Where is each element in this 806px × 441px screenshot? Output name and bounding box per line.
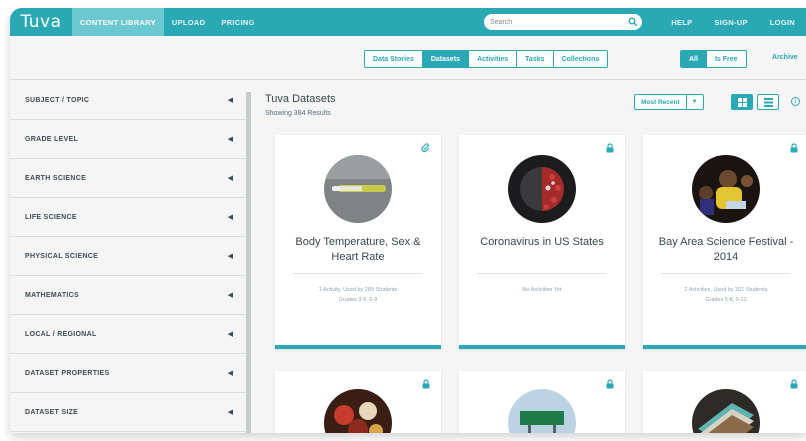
dataset-usage: 2 Activities, Used by 201 Students (684, 287, 768, 293)
filter-bar: Data Stories Datasets Activities Tasks C… (10, 36, 806, 80)
card-divider (661, 273, 791, 274)
results-count: Showing 384 Results (265, 110, 331, 117)
sidebar-item-label: LIFE SCIENCE (25, 213, 77, 221)
page-title: Tuva Datasets (265, 93, 336, 105)
caret-left-icon: ◀ (227, 214, 233, 221)
sort-label: Most Recent (635, 95, 687, 109)
content-type-toggle: Data Stories Datasets Activities Tasks C… (364, 50, 609, 68)
sidebar-item-label: PHYSICAL SCIENCE (25, 252, 99, 260)
sidebar-scrollbar[interactable] (246, 92, 251, 433)
sidebar-item-label: DATASET SIZE (25, 408, 79, 416)
sidebar-item-grade-level[interactable]: GRADE LEVEL ◀ (10, 120, 246, 159)
sidebar-item-mathematics[interactable]: MATHEMATICS ◀ (10, 276, 246, 315)
sidebar-item-physical-science[interactable]: PHYSICAL SCIENCE ◀ (10, 237, 246, 276)
lock-icon (422, 379, 430, 389)
price-toggle: All Is Free (680, 50, 747, 68)
tab-activities[interactable]: Activities (469, 51, 518, 67)
dataset-card[interactable] (459, 371, 625, 433)
dataset-title: Coronavirus in US States (480, 236, 604, 248)
dataset-grades: Grades 6-8, 9-12 (705, 297, 747, 303)
sidebar-item-label: DATASET PROPERTIES (25, 369, 110, 377)
nav-sign-up[interactable]: SIGN-UP (703, 8, 758, 36)
nav-login[interactable]: LOGIN (759, 8, 806, 36)
sidebar-item-label: MATHEMATICS (25, 291, 79, 299)
dataset-title: Body Temperature, Sex & Heart Rate (295, 236, 421, 263)
card-divider (293, 273, 423, 274)
dataset-usage: No Activities Yet (522, 287, 562, 293)
dataset-thumbnail-highway (508, 389, 576, 433)
grid-icon (737, 97, 747, 107)
search-icon[interactable] (628, 17, 638, 27)
paperclip-icon (421, 143, 430, 153)
lock-icon (606, 143, 614, 153)
tuva-logo[interactable]: Tuva (10, 8, 72, 36)
search-box (484, 14, 642, 30)
main-content: Tuva Datasets Showing 384 Results Most R… (253, 81, 806, 433)
tab-collections[interactable]: Collections (553, 51, 608, 67)
sidebar-item-subject-topic[interactable]: SUBJECT / TOPIC ◀ (10, 81, 246, 120)
caret-left-icon: ◀ (227, 370, 233, 377)
right-nav: HELP SIGN-UP LOGIN (660, 8, 806, 36)
caret-left-icon: ◀ (227, 409, 233, 416)
dataset-card[interactable]: Bay Area Science Festival - 2014 2 Activ… (643, 135, 806, 349)
sort-dropdown[interactable]: Most Recent ▼ (634, 94, 704, 110)
dataset-thumbnail-food (324, 389, 392, 433)
sidebar-item-label: LOCAL / REGIONAL (25, 330, 97, 338)
lock-icon (790, 143, 798, 153)
dataset-card[interactable]: Coronavirus in US States No Activities Y… (459, 135, 625, 349)
archive-link[interactable]: Archive (772, 54, 798, 61)
lock-icon (790, 379, 798, 389)
dataset-card[interactable]: Body Temperature, Sex & Heart Rate 1 Act… (275, 135, 441, 349)
dataset-meta: 1 Activity, Used by 289 Students Grades … (287, 285, 429, 305)
grid-view-button[interactable] (731, 94, 753, 110)
app-frame: Tuva CONTENT LIBRARY UPLOAD PRICING HELP… (10, 8, 806, 433)
list-icon (763, 97, 773, 107)
dataset-meta: No Activities Yet (471, 285, 613, 295)
tab-datasets[interactable]: Datasets (422, 51, 470, 67)
dataset-thumbnail-virus (508, 155, 576, 223)
dataset-title: Bay Area Science Festival - 2014 (658, 236, 794, 263)
dataset-card[interactable] (643, 371, 806, 433)
dataset-card[interactable] (275, 371, 441, 433)
dataset-thumbnail-thermometer (324, 155, 392, 223)
sidebar-item-label: SUBJECT / TOPIC (25, 96, 90, 104)
caret-left-icon: ◀ (227, 136, 233, 143)
dataset-thumbnail-books (692, 389, 760, 433)
nav-upload[interactable]: UPLOAD (164, 8, 213, 36)
nav-content-library[interactable]: CONTENT LIBRARY (72, 8, 164, 36)
dataset-grades: Grades 3-5, 6-8 (338, 297, 378, 303)
info-icon[interactable]: i (791, 97, 800, 106)
sidebar-item-earth-science[interactable]: EARTH SCIENCE ◀ (10, 159, 246, 198)
dataset-thumbnail-science-festival (692, 155, 760, 223)
sidebar-item-label: EARTH SCIENCE (25, 174, 87, 182)
sidebar-item-dataset-properties[interactable]: DATASET PROPERTIES ◀ (10, 354, 246, 393)
caret-left-icon: ◀ (227, 331, 233, 338)
price-free-button[interactable]: Is Free (706, 51, 746, 67)
tab-tasks[interactable]: Tasks (517, 51, 554, 67)
sidebar-item-label: GRADE LEVEL (25, 135, 79, 143)
caret-left-icon: ◀ (227, 175, 233, 182)
price-all-button[interactable]: All (681, 51, 707, 67)
caret-left-icon: ◀ (227, 253, 233, 260)
list-view-button[interactable] (757, 94, 779, 110)
tab-data-stories[interactable]: Data Stories (365, 51, 423, 67)
nav-help[interactable]: HELP (660, 8, 703, 36)
top-nav: Tuva CONTENT LIBRARY UPLOAD PRICING HELP… (10, 8, 806, 36)
caret-left-icon: ◀ (227, 292, 233, 299)
search-input[interactable] (490, 18, 618, 26)
dataset-usage: 1 Activity, Used by 289 Students (318, 287, 398, 293)
chevron-down-icon: ▼ (691, 99, 698, 105)
lock-icon (606, 379, 614, 389)
sidebar-item-life-science[interactable]: LIFE SCIENCE ◀ (10, 198, 246, 237)
dataset-meta: 2 Activities, Used by 201 Students Grade… (655, 285, 797, 305)
nav-pricing[interactable]: PRICING (213, 8, 262, 36)
card-divider (477, 273, 607, 274)
filter-sidebar: SUBJECT / TOPIC ◀ GRADE LEVEL ◀ EARTH SC… (10, 81, 246, 433)
sidebar-item-dataset-size[interactable]: DATASET SIZE ◀ (10, 393, 246, 432)
caret-left-icon: ◀ (227, 97, 233, 104)
sidebar-item-local-regional[interactable]: LOCAL / REGIONAL ◀ (10, 315, 246, 354)
